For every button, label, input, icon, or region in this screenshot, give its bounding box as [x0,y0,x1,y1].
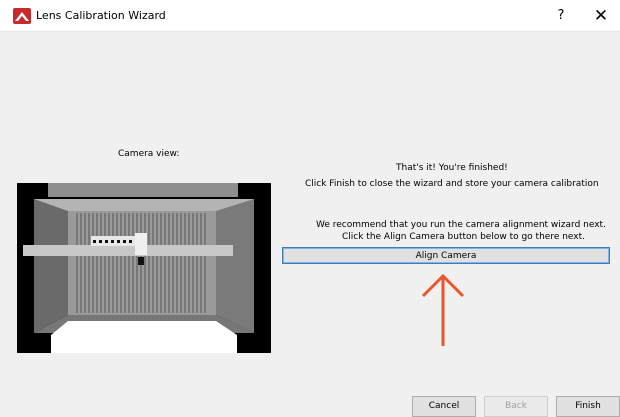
camera-view-image [17,183,271,353]
finished-message: That's it! You're finished! [396,163,508,173]
finish-instruction: Click Finish to close the wizard and sto… [305,179,599,189]
recommend-message: We recommend that you run the camera ali… [316,220,606,230]
close-button[interactable]: ✕ [588,4,614,28]
lens-app-icon [13,8,31,24]
back-button[interactable]: Back [484,396,548,417]
cancel-button[interactable]: Cancel [412,396,476,417]
up-arrow-icon [421,273,465,346]
camera-view-label: Camera view: [118,149,180,159]
align-camera-button[interactable]: Align Camera [282,247,610,264]
title-bar: Lens Calibration Wizard ? ✕ [0,0,620,32]
help-button[interactable]: ? [548,6,574,26]
align-instruction: Click the Align Camera button below to g… [342,232,586,242]
finish-button[interactable]: Finish [556,396,620,417]
window-title: Lens Calibration Wizard [36,9,166,22]
